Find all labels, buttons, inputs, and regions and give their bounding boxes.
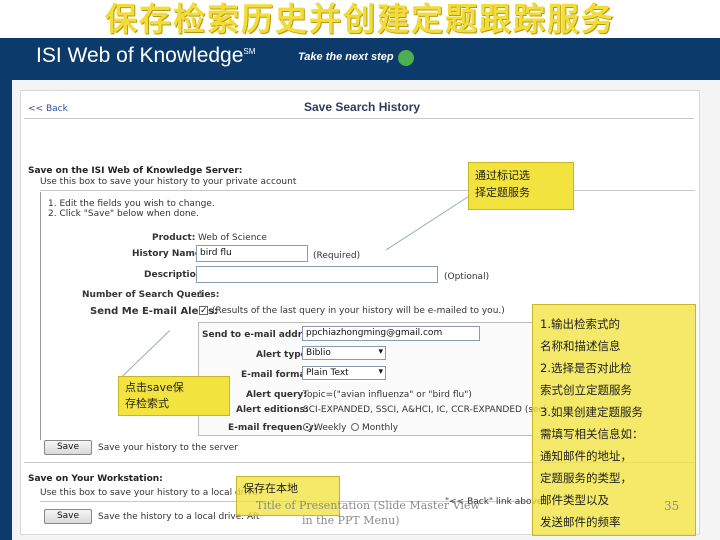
annotation-4-line-4: 索式创立定题服务 (540, 383, 632, 397)
step-2: 2. Click "Save" below when done. (48, 209, 199, 219)
description-input[interactable] (196, 266, 438, 283)
alert-query-label: Alert query: (246, 390, 307, 400)
annotation-1-line-1: 通过标记选 (475, 169, 530, 182)
alerts-note: (Results of the last query in your histo… (212, 306, 505, 316)
workstation-section-subtitle: Use this box to save your history to a l… (40, 488, 258, 498)
workstation-save-button[interactable]: Save (44, 509, 92, 524)
annotation-subscribe-note: 通过标记选 择定题服务 (468, 162, 574, 210)
annotation-4-line-5: 3.如果创建定题服务 (540, 405, 643, 419)
required-note: (Required) (313, 251, 361, 261)
annotation-save-note: 点击save保 存检索式 (118, 376, 230, 416)
annotation-4-line-7: 通知邮件的地址， (540, 449, 632, 463)
alert-type-select[interactable]: Biblio (302, 346, 386, 360)
arrow-circle-icon (398, 50, 414, 66)
footer-title-line2: in the PPT Menu) (302, 514, 400, 527)
annotation-4-line-6: 需填写相关信息如： (540, 427, 644, 441)
annotation-4-line-8: 定题服务的类型， (540, 471, 632, 485)
email-format-select[interactable]: Plain Text (302, 366, 386, 380)
frequency-monthly-radio[interactable] (351, 423, 359, 431)
alert-query-value: Topic=("avian influenza" or "bird flu") (303, 390, 472, 400)
brand-sup: SM (243, 47, 256, 56)
workstation-section-title: Save on Your Workstation: (28, 474, 163, 484)
slide-title: 保存检索历史并创建定题跟踪服务 (104, 0, 615, 38)
optional-note: (Optional) (444, 272, 490, 282)
server-save-note: Save your history to the server (98, 443, 238, 453)
annotation-4-line-10: 发送邮件的频率 (540, 515, 621, 529)
queries-value: 1 (198, 290, 204, 300)
annotation-2-line-2: 存检索式 (125, 397, 169, 410)
frequency-weekly-label: Weekly (314, 423, 347, 433)
annotation-3-line-1: 保存在本地 (243, 482, 298, 495)
annotation-4-line-3: 2.选择是否对此检 (540, 361, 632, 375)
history-name-input[interactable]: bird flu (196, 245, 308, 262)
alert-editions-label: Alert editions: (236, 405, 309, 415)
server-section-subtitle: Use this box to save your history to you… (40, 177, 297, 187)
annotation-2-line-1: 点击save保 (125, 381, 184, 394)
isi-header: ISI Web of KnowledgeSM Take the next ste… (0, 38, 720, 80)
server-section-title: Save on the ISI Web of Knowledge Server: (28, 166, 243, 176)
step-1: 1. Edit the fields you wish to change. (48, 199, 215, 209)
title-divider (24, 118, 694, 119)
back-link[interactable]: << Back (28, 104, 68, 114)
footer-title-line1: Title of Presentation (Slide Master View (256, 499, 480, 512)
send-to-input[interactable]: ppchiazhongming@gmail.com (302, 326, 480, 341)
server-save-button[interactable]: Save (44, 440, 92, 455)
alert-editions-value: SCI-EXPANDED, SSCI, A&HCI, IC, CCR-EXPAN… (303, 405, 549, 415)
annotation-1-line-2: 择定题服务 (475, 186, 530, 199)
server-left-border (40, 192, 41, 440)
product-label: Product: (152, 233, 196, 243)
annotation-4-line-2: 名称和描述信息 (540, 339, 621, 353)
frequency-monthly-label: Monthly (362, 423, 399, 433)
annotation-4-line-1: 1.输出检索式的 (540, 317, 620, 331)
page-number: 35 (664, 499, 680, 513)
server-divider (40, 190, 695, 191)
alerts-checkbox[interactable]: ✓ (199, 306, 208, 315)
left-band (0, 80, 12, 540)
brand-name: ISI Web of Knowledge (36, 44, 244, 67)
brand-logo: ISI Web of KnowledgeSM (36, 44, 255, 68)
page-title: Save Search History (304, 100, 421, 114)
frequency-weekly-radio[interactable] (303, 423, 311, 431)
history-name-label: History Name: (132, 249, 205, 259)
product-value: Web of Science (198, 233, 267, 243)
tagline: Take the next step (298, 51, 394, 63)
